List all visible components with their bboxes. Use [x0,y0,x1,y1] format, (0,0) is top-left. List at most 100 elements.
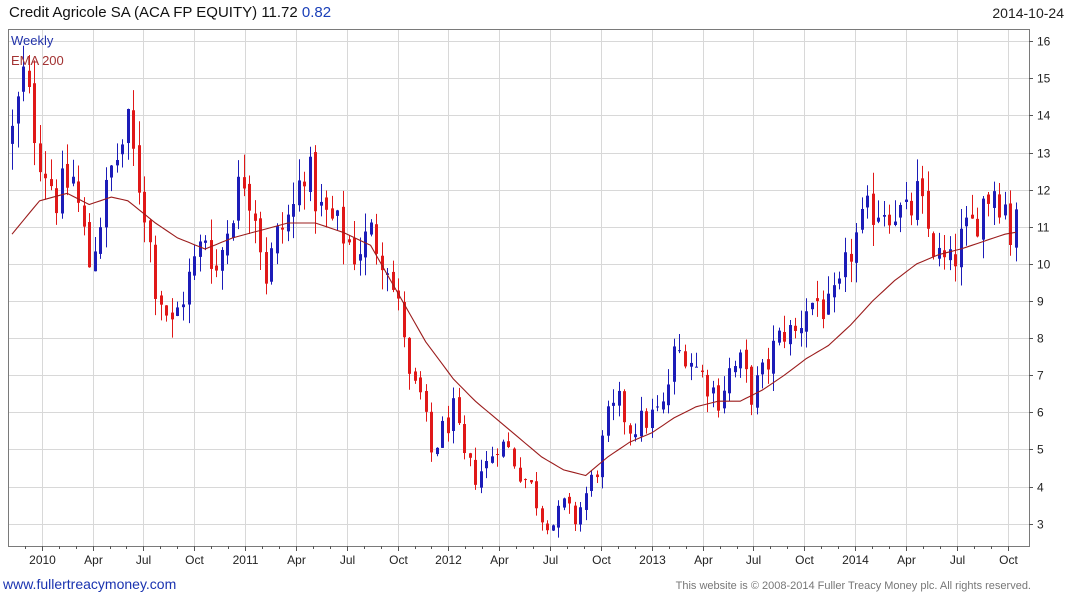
candle-body [645,411,648,428]
candle-body [651,409,654,429]
x-tick-label: Jul [746,553,761,567]
candle-body [414,371,417,381]
candle-body [61,168,64,214]
candle-body [496,454,499,456]
x-axis: 2010 Apr Jul Oct 2011 Apr Jul Oct 2012 Apr Jul Oct 2… [25,546,1018,567]
x-tick-label: 2010 [29,553,56,567]
y-tick-label: 7 [1037,369,1044,383]
candle-body [83,205,86,227]
candle-body [193,256,196,276]
candle-body [419,377,422,393]
candle-body [485,461,488,469]
candle-body [276,226,279,254]
price-chart: 3 4 5 6 7 8 9 10 11 12 13 14 15 16 2010 Apr Jul Oct 2011 A… [8,29,1051,567]
y-tick-label: 5 [1037,443,1044,457]
candle-body [474,459,477,485]
candle-body [22,66,25,92]
candle-body [248,183,251,211]
candle-body [772,340,775,374]
candle-body [712,387,715,394]
candle-body [502,441,505,457]
candle-body [552,525,555,531]
candle-body [678,350,681,352]
candle-body [706,374,709,397]
candle-body [336,210,339,216]
candle-body [1004,204,1007,216]
candle-body [348,239,351,243]
candle-body [458,397,461,424]
x-tick-label: 2011 [233,553,259,567]
candle-body [132,110,135,149]
x-tick-label: Apr [84,553,103,567]
candle-body [596,474,599,478]
candle-body [590,474,593,491]
y-tick-label: 14 [1037,109,1051,123]
candle-body [618,390,621,406]
candle-body [298,180,301,206]
candle-body [425,391,428,412]
candle-body [739,352,742,369]
candle-body [883,215,886,217]
candle-body [215,265,218,271]
candle-body [872,193,875,225]
candle-body [441,420,444,448]
candle-body [894,221,897,225]
candle-body [838,278,841,284]
x-tick-label: Jul [543,553,558,567]
candlestick-series [11,45,1018,538]
candle-body [259,218,262,253]
candle-body [734,366,737,373]
ema-series [11,192,1017,477]
candle-body [673,346,676,382]
candle-body [563,498,566,508]
candle-body [480,471,483,488]
candle-body [778,330,781,343]
candle-body [690,362,693,367]
y-axis: 3 4 5 6 7 8 9 10 11 12 13 14 15 16 [1029,35,1051,532]
candle-body [998,194,1001,218]
candle-body [932,233,935,257]
candle-body [94,251,97,272]
candle-body [612,402,615,406]
website-link[interactable]: www.fullertreacymoney.com [3,576,176,592]
candle-body [44,173,47,179]
candle-body [987,194,990,204]
candle-body [927,190,930,229]
candle-body [789,325,792,345]
candle-body [905,199,908,202]
candle-body [899,204,902,218]
y-tick-label: 12 [1037,184,1051,198]
candle-body [204,240,207,243]
candle-body [513,448,516,467]
x-tick-label: Jul [950,553,965,567]
x-tick-label: Jul [340,553,355,567]
candle-body [601,435,604,478]
x-tick-label: Jul [136,553,151,567]
candle-body [623,391,626,423]
candle-body [656,406,659,408]
candle-body [921,178,924,197]
candle-body [121,144,124,155]
candle-body [916,181,919,220]
candle-body [568,496,571,504]
y-tick-label: 4 [1037,481,1044,495]
candle-body [783,331,786,342]
x-tick-label: Oct [185,553,204,567]
candle-body [954,254,957,267]
candle-body [557,505,560,528]
candle-body [28,70,31,88]
candle-body [199,241,202,257]
candle-body [546,523,549,531]
y-tick-label: 15 [1037,72,1051,86]
candle-body [844,252,847,278]
candle-body [971,214,974,219]
candle-body [99,227,102,254]
candle-body [176,307,179,316]
candle-body [965,217,968,227]
y-tick-label: 16 [1037,35,1051,49]
x-tick-label: 2012 [435,553,462,567]
candle-body [105,179,108,228]
candle-body [171,312,174,320]
candle-body [519,467,522,482]
candle-body [822,299,825,320]
